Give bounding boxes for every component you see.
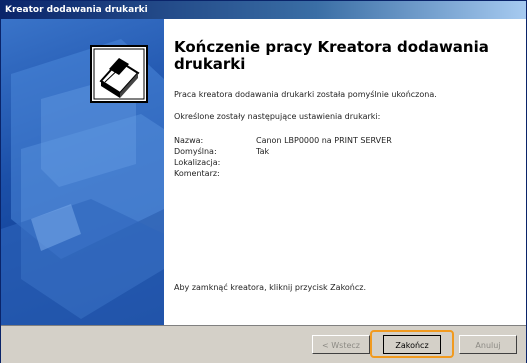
window-title: Kreator dodawania drukarki: [5, 5, 148, 15]
setting-location-label: Lokalizacja:: [174, 158, 221, 167]
close-hint: Aby zamknąć kreatora, kliknij przycisk Z…: [174, 283, 367, 292]
back-button[interactable]: < Wstecz: [312, 335, 370, 354]
printer-illustration: [1, 39, 164, 325]
printer-icon: [90, 45, 148, 103]
setting-name-label: Nazwa:: [174, 136, 204, 145]
setting-default-value: Tak: [256, 147, 270, 156]
setting-name-value: Canon LBP0000 na PRINT SERVER: [256, 136, 392, 145]
page-title: Kończenie pracy Kreatora dodawania druka…: [174, 38, 489, 73]
title-bar: Kreator dodawania drukarki: [1, 1, 526, 19]
footer-divider: [1, 325, 526, 326]
wizard-sidebar: [1, 19, 164, 325]
wizard-window: Kreator dodawania drukarki Kończenie pra…: [0, 0, 527, 363]
finish-button-highlight: [370, 330, 454, 358]
setting-default-label: Domyślna:: [174, 147, 217, 156]
cancel-button[interactable]: Anuluj: [459, 335, 517, 354]
wizard-content: Kończenie pracy Kreatora dodawania druka…: [164, 19, 526, 325]
settings-intro: Określone zostały następujące ustawienia…: [174, 112, 381, 121]
setting-comment-label: Komentarz:: [174, 169, 220, 178]
success-message: Praca kreatora dodawania drukarki został…: [174, 90, 437, 99]
